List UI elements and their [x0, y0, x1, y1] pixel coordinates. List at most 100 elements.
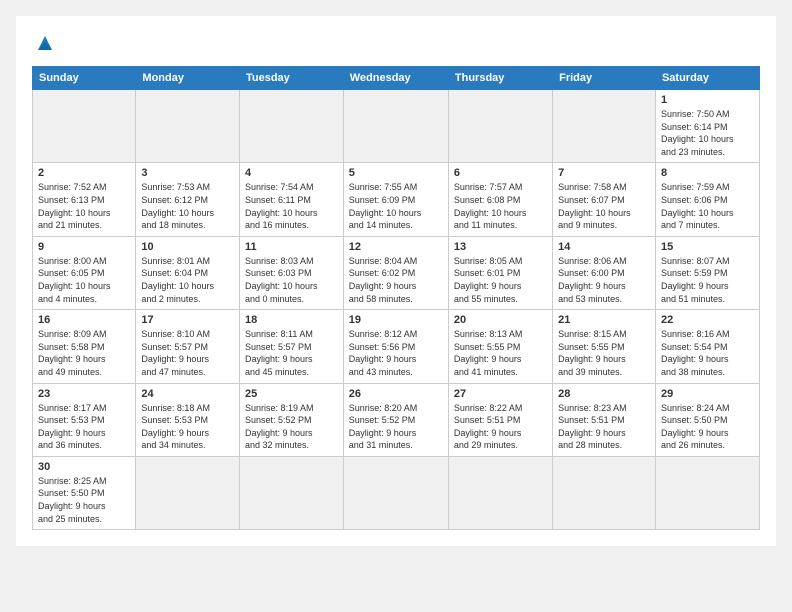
day-info: Sunrise: 8:24 AM Sunset: 5:50 PM Dayligh… — [661, 402, 754, 452]
day-info: Sunrise: 8:15 AM Sunset: 5:55 PM Dayligh… — [558, 328, 650, 378]
day-info: Sunrise: 7:52 AM Sunset: 6:13 PM Dayligh… — [38, 181, 130, 231]
calendar-cell: 7Sunrise: 7:58 AM Sunset: 6:07 PM Daylig… — [553, 163, 656, 236]
day-info: Sunrise: 7:59 AM Sunset: 6:06 PM Dayligh… — [661, 181, 754, 231]
calendar-cell: 21 Sunrise: 8:15 AM Sunset: 5:55 PM Dayli… — [553, 310, 656, 383]
day-number: 11 — [245, 241, 338, 253]
day-info: Sunrise: 7:53 AM Sunset: 6:12 PM Dayligh… — [141, 181, 234, 231]
calendar-cell: 25 Sunrise: 8:19 AM Sunset: 5:52 PM Dayli… — [239, 383, 343, 456]
day-info: Sunrise: 8:09 AM Sunset: 5:58 PM Dayligh… — [38, 328, 130, 378]
day-number: 23 — [38, 388, 130, 400]
day-number: 21 — [558, 314, 650, 326]
calendar-cell — [343, 90, 448, 163]
calendar-header-friday: Friday — [553, 67, 656, 90]
day-number: 28 — [558, 388, 650, 400]
calendar-cell: 28 Sunrise: 8:23 AM Sunset: 5:51 PM Dayli… — [553, 383, 656, 456]
day-info: Sunrise: 8:12 AM Sunset: 5:56 PM Dayligh… — [349, 328, 443, 378]
calendar-cell — [448, 456, 552, 529]
calendar-week-5: 30Sunrise: 8:25 AM Sunset: 5:50 PM Dayli… — [33, 456, 760, 529]
calendar-cell: 8 Sunrise: 7:59 AM Sunset: 6:06 PM Daylig… — [655, 163, 759, 236]
calendar-header-sunday: Sunday — [33, 67, 136, 90]
day-number: 18 — [245, 314, 338, 326]
calendar-header-wednesday: Wednesday — [343, 67, 448, 90]
day-number: 4 — [245, 167, 338, 179]
day-info: Sunrise: 7:55 AM Sunset: 6:09 PM Dayligh… — [349, 181, 443, 231]
calendar-cell: 3 Sunrise: 7:53 AM Sunset: 6:12 PM Daylig… — [136, 163, 240, 236]
calendar-cell: 26Sunrise: 8:20 AM Sunset: 5:52 PM Dayli… — [343, 383, 448, 456]
day-info: Sunrise: 7:57 AM Sunset: 6:08 PM Dayligh… — [454, 181, 547, 231]
calendar-header-row: SundayMondayTuesdayWednesdayThursdayFrid… — [33, 67, 760, 90]
calendar-header-monday: Monday — [136, 67, 240, 90]
day-number: 1 — [661, 94, 754, 106]
day-number: 2 — [38, 167, 130, 179]
calendar-cell: 23 Sunrise: 8:17 AM Sunset: 5:53 PM Dayli… — [33, 383, 136, 456]
day-number: 19 — [349, 314, 443, 326]
header — [32, 32, 760, 54]
day-info: Sunrise: 8:07 AM Sunset: 5:59 PM Dayligh… — [661, 255, 754, 305]
day-info: Sunrise: 8:20 AM Sunset: 5:52 PM Dayligh… — [349, 402, 443, 452]
calendar-week-1: 2 Sunrise: 7:52 AM Sunset: 6:13 PM Daylig… — [33, 163, 760, 236]
day-number: 13 — [454, 241, 547, 253]
day-number: 3 — [141, 167, 234, 179]
day-info: Sunrise: 8:25 AM Sunset: 5:50 PM Dayligh… — [38, 475, 130, 525]
day-number: 15 — [661, 241, 754, 253]
calendar-cell: 9Sunrise: 8:00 AM Sunset: 6:05 PM Daylig… — [33, 236, 136, 309]
day-info: Sunrise: 8:23 AM Sunset: 5:51 PM Dayligh… — [558, 402, 650, 452]
calendar-cell: 11Sunrise: 8:03 AM Sunset: 6:03 PM Dayli… — [239, 236, 343, 309]
calendar-cell: 20 Sunrise: 8:13 AM Sunset: 5:55 PM Dayli… — [448, 310, 552, 383]
day-info: Sunrise: 8:17 AM Sunset: 5:53 PM Dayligh… — [38, 402, 130, 452]
day-number: 9 — [38, 241, 130, 253]
logo — [32, 32, 56, 54]
calendar-cell: 12Sunrise: 8:04 AM Sunset: 6:02 PM Dayli… — [343, 236, 448, 309]
calendar-cell — [655, 456, 759, 529]
calendar-week-0: 1Sunrise: 7:50 AM Sunset: 6:14 PM Daylig… — [33, 90, 760, 163]
calendar-cell: 6Sunrise: 7:57 AM Sunset: 6:08 PM Daylig… — [448, 163, 552, 236]
day-info: Sunrise: 7:54 AM Sunset: 6:11 PM Dayligh… — [245, 181, 338, 231]
calendar-cell: 19 Sunrise: 8:12 AM Sunset: 5:56 PM Dayli… — [343, 310, 448, 383]
calendar-header-saturday: Saturday — [655, 67, 759, 90]
calendar-week-2: 9Sunrise: 8:00 AM Sunset: 6:05 PM Daylig… — [33, 236, 760, 309]
day-number: 20 — [454, 314, 547, 326]
day-number: 16 — [38, 314, 130, 326]
day-info: Sunrise: 8:16 AM Sunset: 5:54 PM Dayligh… — [661, 328, 754, 378]
calendar-cell — [343, 456, 448, 529]
day-number: 5 — [349, 167, 443, 179]
calendar-cell: 29Sunrise: 8:24 AM Sunset: 5:50 PM Dayli… — [655, 383, 759, 456]
day-number: 7 — [558, 167, 650, 179]
day-number: 22 — [661, 314, 754, 326]
day-info: Sunrise: 8:01 AM Sunset: 6:04 PM Dayligh… — [141, 255, 234, 305]
day-number: 25 — [245, 388, 338, 400]
calendar-cell: 5 Sunrise: 7:55 AM Sunset: 6:09 PM Daylig… — [343, 163, 448, 236]
calendar-week-4: 23 Sunrise: 8:17 AM Sunset: 5:53 PM Dayli… — [33, 383, 760, 456]
calendar-cell: 22 Sunrise: 8:16 AM Sunset: 5:54 PM Dayli… — [655, 310, 759, 383]
day-info: Sunrise: 8:22 AM Sunset: 5:51 PM Dayligh… — [454, 402, 547, 452]
calendar-cell: 24 Sunrise: 8:18 AM Sunset: 5:53 PM Dayli… — [136, 383, 240, 456]
day-info: Sunrise: 8:18 AM Sunset: 5:53 PM Dayligh… — [141, 402, 234, 452]
calendar: SundayMondayTuesdayWednesdayThursdayFrid… — [32, 66, 760, 530]
calendar-cell: 27 Sunrise: 8:22 AM Sunset: 5:51 PM Dayli… — [448, 383, 552, 456]
calendar-cell: 17Sunrise: 8:10 AM Sunset: 5:57 PM Dayli… — [136, 310, 240, 383]
day-number: 8 — [661, 167, 754, 179]
calendar-cell: 13 Sunrise: 8:05 AM Sunset: 6:01 PM Dayli… — [448, 236, 552, 309]
logo-icon — [34, 32, 56, 54]
day-info: Sunrise: 8:13 AM Sunset: 5:55 PM Dayligh… — [454, 328, 547, 378]
calendar-cell — [239, 90, 343, 163]
day-number: 17 — [141, 314, 234, 326]
day-info: Sunrise: 8:05 AM Sunset: 6:01 PM Dayligh… — [454, 255, 547, 305]
calendar-cell: 30Sunrise: 8:25 AM Sunset: 5:50 PM Dayli… — [33, 456, 136, 529]
calendar-cell: 10Sunrise: 8:01 AM Sunset: 6:04 PM Dayli… — [136, 236, 240, 309]
calendar-header-thursday: Thursday — [448, 67, 552, 90]
day-number: 24 — [141, 388, 234, 400]
day-number: 27 — [454, 388, 547, 400]
page: SundayMondayTuesdayWednesdayThursdayFrid… — [16, 16, 776, 546]
calendar-header-tuesday: Tuesday — [239, 67, 343, 90]
day-info: Sunrise: 8:19 AM Sunset: 5:52 PM Dayligh… — [245, 402, 338, 452]
calendar-cell: 4 Sunrise: 7:54 AM Sunset: 6:11 PM Daylig… — [239, 163, 343, 236]
calendar-cell — [239, 456, 343, 529]
calendar-cell: 2 Sunrise: 7:52 AM Sunset: 6:13 PM Daylig… — [33, 163, 136, 236]
calendar-cell — [33, 90, 136, 163]
calendar-cell: 1Sunrise: 7:50 AM Sunset: 6:14 PM Daylig… — [655, 90, 759, 163]
day-info: Sunrise: 8:06 AM Sunset: 6:00 PM Dayligh… — [558, 255, 650, 305]
calendar-cell — [448, 90, 552, 163]
day-info: Sunrise: 8:11 AM Sunset: 5:57 PM Dayligh… — [245, 328, 338, 378]
calendar-cell: 16 Sunrise: 8:09 AM Sunset: 5:58 PM Dayli… — [33, 310, 136, 383]
